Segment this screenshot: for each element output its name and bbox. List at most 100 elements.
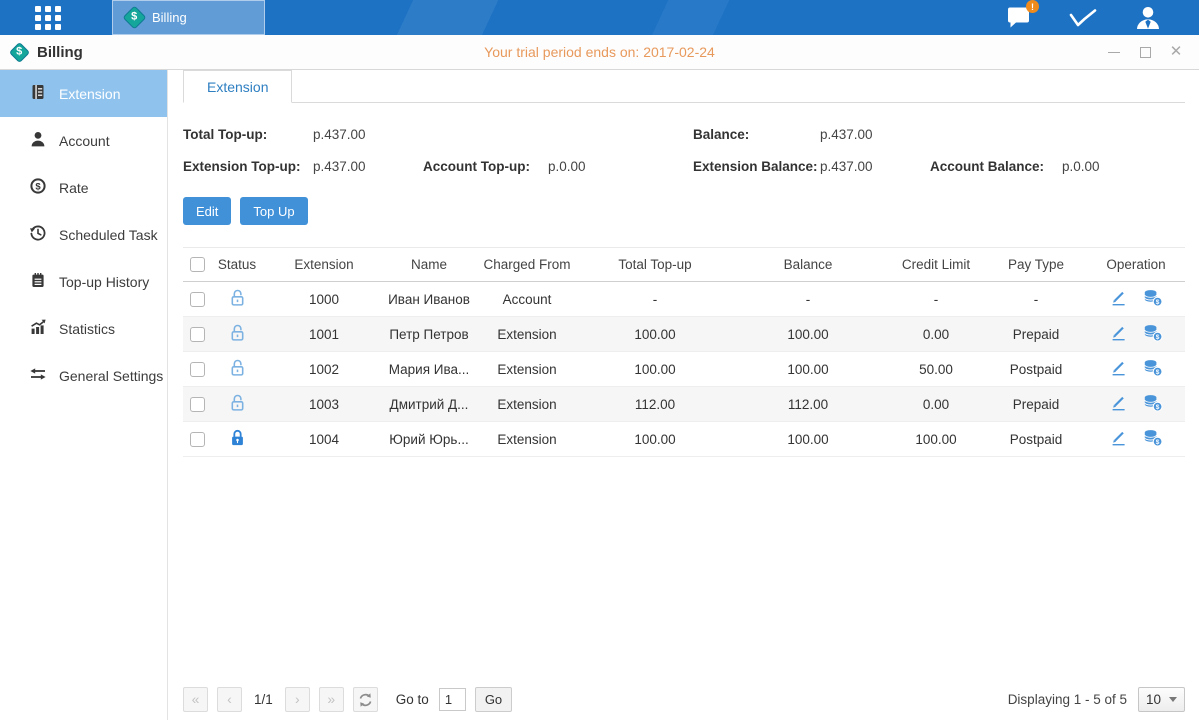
row-checkbox[interactable] — [190, 292, 205, 307]
cell-balance: 100.00 — [729, 317, 887, 352]
sidebar-item-label: Extension — [59, 86, 120, 102]
edit-icon[interactable] — [1110, 394, 1127, 414]
window-title-text: Billing — [37, 44, 83, 61]
taskbar-tab-label: Billing — [152, 10, 187, 25]
main-content: Extension Total Top-up: p.437.00 Balance… — [168, 70, 1199, 720]
topup-icon[interactable]: $ — [1143, 289, 1163, 310]
sidebar-item-account[interactable]: Account — [0, 117, 167, 164]
cell-extension: 1001 — [263, 317, 385, 352]
row-checkbox[interactable] — [190, 362, 205, 377]
chevron-down-icon — [1169, 697, 1177, 702]
cell-status — [211, 352, 263, 387]
svg-text:$: $ — [1155, 404, 1159, 411]
unlocked-icon — [229, 330, 246, 345]
svg-text:$: $ — [1155, 334, 1159, 341]
topup-icon[interactable]: $ — [1143, 429, 1163, 450]
sidebar-item-top-up-history[interactable]: Top-up History — [0, 258, 167, 305]
summary-panel: Total Top-up: p.437.00 Balance: p.437.00… — [183, 127, 1185, 174]
goto-label: Go to — [396, 692, 429, 707]
sidebar-item-scheduled-task[interactable]: Scheduled Task — [0, 211, 167, 258]
refresh-button[interactable] — [353, 687, 378, 712]
sidebar-item-rate[interactable]: $Rate — [0, 164, 167, 211]
topup-icon[interactable]: $ — [1143, 324, 1163, 345]
cell-credit-limit: 0.00 — [887, 317, 985, 352]
row-checkbox[interactable] — [190, 327, 205, 342]
table-row: 1003Дмитрий Д...Extension112.00112.000.0… — [183, 387, 1185, 422]
goto-page-input[interactable] — [439, 688, 466, 711]
cell-pay-type: Postpaid — [985, 422, 1087, 457]
cell-checkbox — [183, 282, 211, 317]
close-button[interactable]: ✕ — [1169, 45, 1183, 59]
cell-status — [211, 387, 263, 422]
edit-button[interactable]: Edit — [183, 197, 231, 225]
page-indicator: 1/1 — [254, 692, 273, 707]
topup-icon[interactable]: $ — [1143, 359, 1163, 380]
taskbar: $ Billing ! — [0, 0, 1199, 35]
table-header-row: Status Extension Name Charged From Total… — [183, 248, 1185, 282]
account-topup-value: p.0.00 — [548, 159, 693, 174]
page-size-value: 10 — [1146, 692, 1161, 707]
tab-extension[interactable]: Extension — [183, 70, 292, 103]
cell-credit-limit: 0.00 — [887, 387, 985, 422]
balance-label: Balance: — [693, 127, 820, 142]
general-settings-icon — [30, 366, 46, 385]
unlocked-icon — [229, 295, 246, 310]
edit-icon[interactable] — [1110, 359, 1127, 379]
col-charged-from: Charged From — [473, 248, 581, 282]
prev-page-button[interactable]: ‹ — [217, 687, 242, 712]
messages-icon[interactable]: ! — [1006, 6, 1031, 29]
cell-pay-type: Postpaid — [985, 352, 1087, 387]
rate-icon: $ — [30, 178, 46, 197]
extension-balance-value: p.437.00 — [820, 159, 930, 174]
window-title: $ Billing — [12, 44, 83, 61]
account-icon — [30, 131, 46, 150]
cell-operation: $ — [1087, 422, 1185, 457]
cell-balance: - — [729, 282, 887, 317]
edit-icon[interactable] — [1110, 429, 1127, 449]
svg-text:$: $ — [1155, 439, 1159, 446]
cell-credit-limit: - — [887, 282, 985, 317]
app-launcher-icon[interactable] — [34, 5, 70, 31]
taskbar-tab-billing[interactable]: $ Billing — [112, 0, 265, 35]
maximize-button[interactable] — [1138, 45, 1152, 59]
account-balance-label: Account Balance: — [930, 159, 1062, 174]
select-all-checkbox[interactable] — [190, 257, 205, 272]
notification-badge: ! — [1026, 0, 1039, 13]
row-checkbox[interactable] — [190, 432, 205, 447]
extension-topup-label: Extension Top-up: — [183, 159, 313, 174]
cell-extension: 1002 — [263, 352, 385, 387]
col-status: Status — [211, 248, 263, 282]
last-page-button[interactable]: » — [319, 687, 344, 712]
resource-monitor-icon[interactable] — [1069, 6, 1097, 30]
first-page-button[interactable]: « — [183, 687, 208, 712]
cell-operation: $ — [1087, 317, 1185, 352]
table-row: 1001Петр ПетровExtension100.00100.000.00… — [183, 317, 1185, 352]
sidebar-item-extension[interactable]: Extension — [0, 70, 167, 117]
go-button[interactable]: Go — [475, 687, 512, 712]
cell-pay-type: Prepaid — [985, 387, 1087, 422]
extension-balance-label: Extension Balance: — [693, 159, 820, 174]
row-checkbox[interactable] — [190, 397, 205, 412]
user-account-icon[interactable] — [1135, 6, 1161, 30]
cell-credit-limit: 50.00 — [887, 352, 985, 387]
cell-checkbox — [183, 387, 211, 422]
table-row: 1002Мария Ива...Extension100.00100.0050.… — [183, 352, 1185, 387]
cell-name: Дмитрий Д... — [385, 387, 473, 422]
extension-table: Status Extension Name Charged From Total… — [183, 247, 1185, 457]
sidebar-item-general-settings[interactable]: General Settings — [0, 352, 167, 399]
total-topup-value: p.437.00 — [313, 127, 423, 142]
refresh-icon — [358, 692, 373, 708]
locked-icon — [229, 435, 246, 450]
edit-icon[interactable] — [1110, 324, 1127, 344]
page-size-select[interactable]: 10 — [1138, 687, 1185, 712]
col-total-topup: Total Top-up — [581, 248, 729, 282]
minimize-button[interactable] — [1107, 45, 1121, 59]
top-up-button[interactable]: Top Up — [240, 197, 307, 225]
cell-total-topup: 100.00 — [581, 352, 729, 387]
edit-icon[interactable] — [1110, 289, 1127, 309]
billing-app-icon: $ — [122, 5, 146, 29]
cell-checkbox — [183, 317, 211, 352]
topup-icon[interactable]: $ — [1143, 394, 1163, 415]
sidebar-item-statistics[interactable]: Statistics — [0, 305, 167, 352]
next-page-button[interactable]: › — [285, 687, 310, 712]
